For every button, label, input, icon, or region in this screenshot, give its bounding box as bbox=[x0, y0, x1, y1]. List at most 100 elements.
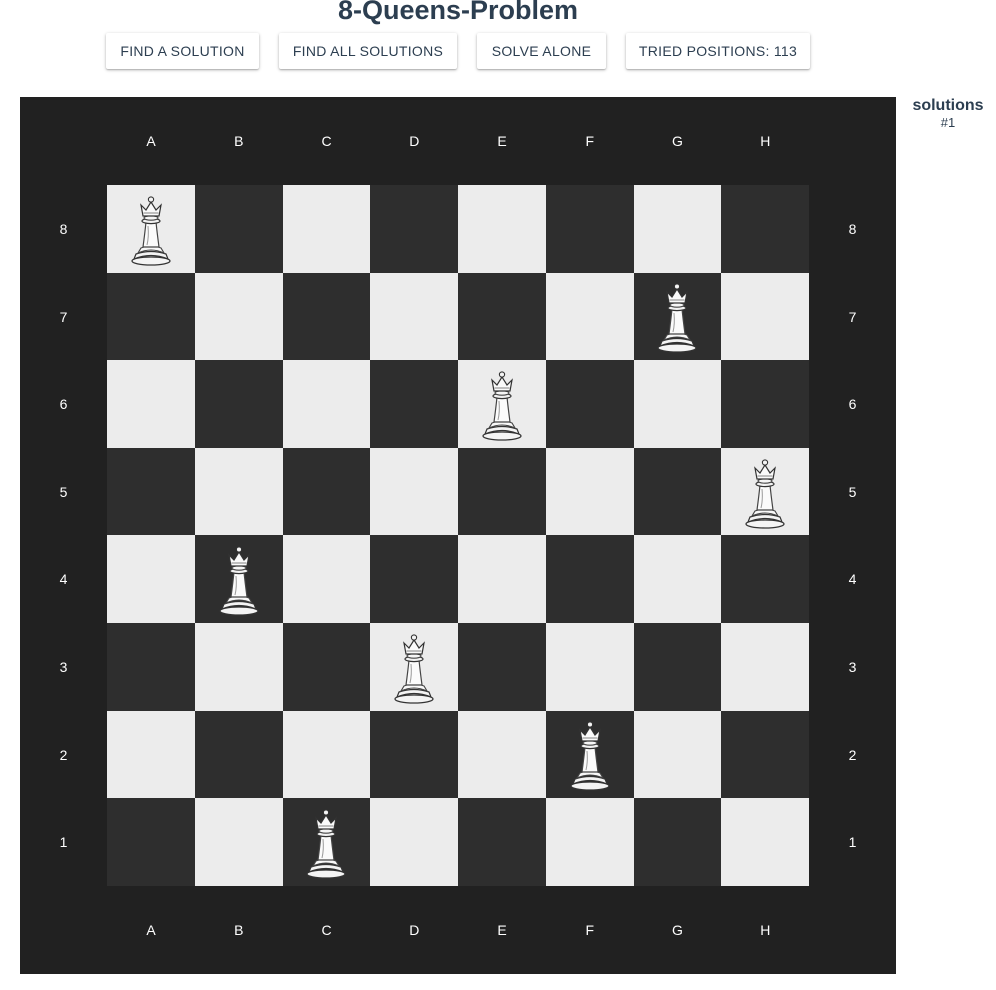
square-b7[interactable] bbox=[194, 272, 283, 361]
square-c6[interactable] bbox=[282, 360, 371, 448]
square-b3[interactable] bbox=[194, 622, 283, 711]
file-label-bottom-b: B bbox=[234, 922, 244, 938]
square-g8[interactable] bbox=[633, 185, 722, 273]
square-f7[interactable] bbox=[545, 272, 634, 361]
square-h4[interactable] bbox=[721, 535, 809, 623]
square-g5[interactable] bbox=[633, 447, 722, 536]
rank-label-left-3: 3 bbox=[59, 659, 68, 675]
square-a6[interactable] bbox=[107, 360, 195, 448]
rank-label-right-2: 2 bbox=[848, 746, 857, 763]
white-queen-icon[interactable] bbox=[305, 805, 347, 879]
rank-label-right-6: 6 bbox=[848, 396, 857, 413]
file-label-top-h: H bbox=[760, 133, 771, 149]
square-g1[interactable] bbox=[633, 798, 722, 886]
file-label-bottom-f: F bbox=[585, 922, 595, 938]
square-c5[interactable] bbox=[282, 447, 371, 536]
square-d2[interactable] bbox=[370, 710, 458, 799]
file-label-top-d: D bbox=[409, 133, 420, 149]
solutions-label: solutions bbox=[912, 97, 984, 114]
square-b1[interactable] bbox=[194, 798, 283, 886]
white-queen-icon[interactable] bbox=[744, 455, 786, 529]
square-a7[interactable] bbox=[107, 272, 195, 361]
white-queen-icon[interactable] bbox=[218, 542, 260, 616]
square-b5[interactable] bbox=[194, 447, 283, 536]
square-a3[interactable] bbox=[107, 622, 195, 711]
square-d1[interactable] bbox=[370, 798, 458, 886]
file-label-bottom-g: G bbox=[672, 922, 683, 938]
square-e2[interactable] bbox=[458, 710, 546, 799]
square-d8[interactable] bbox=[370, 185, 458, 273]
find-all-solutions-button[interactable]: FIND ALL SOLUTIONS bbox=[279, 33, 457, 69]
square-c7[interactable] bbox=[282, 272, 371, 361]
square-b6[interactable] bbox=[194, 360, 283, 448]
square-e7[interactable] bbox=[458, 272, 546, 361]
tried-positions-button[interactable]: TRIED POSITIONS: 113 bbox=[626, 33, 810, 69]
square-d6[interactable] bbox=[370, 360, 458, 448]
square-e6[interactable] bbox=[458, 360, 546, 448]
white-queen-icon[interactable] bbox=[130, 192, 172, 266]
file-label-bottom-e: E bbox=[497, 922, 507, 938]
square-c4[interactable] bbox=[282, 535, 371, 623]
rank-label-left-8: 8 bbox=[59, 221, 68, 237]
file-label-top-f: F bbox=[585, 133, 595, 149]
square-h8[interactable] bbox=[721, 185, 809, 273]
square-a2[interactable] bbox=[107, 710, 195, 799]
square-g6[interactable] bbox=[633, 360, 722, 448]
find-a-solution-button[interactable]: FIND A SOLUTION bbox=[106, 33, 259, 69]
white-queen-icon[interactable] bbox=[393, 630, 435, 704]
chessboard bbox=[107, 185, 809, 886]
square-d4[interactable] bbox=[370, 535, 458, 623]
rank-label-left-1: 1 bbox=[59, 834, 68, 851]
square-d7[interactable] bbox=[370, 272, 458, 361]
square-c3[interactable] bbox=[282, 622, 371, 711]
square-a8[interactable] bbox=[107, 185, 195, 273]
square-c2[interactable] bbox=[282, 710, 371, 799]
file-label-bottom-h: H bbox=[760, 922, 771, 938]
square-h1[interactable] bbox=[721, 798, 809, 886]
square-e4[interactable] bbox=[458, 535, 546, 623]
square-f4[interactable] bbox=[545, 535, 634, 623]
square-g2[interactable] bbox=[633, 710, 722, 799]
square-c1[interactable] bbox=[282, 798, 371, 886]
square-e8[interactable] bbox=[458, 185, 546, 273]
rank-label-left-4: 4 bbox=[59, 571, 68, 588]
file-label-bottom-a: A bbox=[146, 922, 156, 938]
square-g4[interactable] bbox=[633, 535, 722, 623]
toolbar: FIND A SOLUTION FIND ALL SOLUTIONS SOLVE… bbox=[0, 33, 996, 70]
square-f2[interactable] bbox=[545, 710, 634, 799]
file-label-bottom-c: C bbox=[321, 922, 332, 938]
square-e3[interactable] bbox=[458, 622, 546, 711]
square-e1[interactable] bbox=[458, 798, 546, 886]
white-queen-icon[interactable] bbox=[656, 279, 698, 354]
square-g7[interactable] bbox=[633, 272, 722, 361]
file-label-top-c: C bbox=[321, 133, 332, 149]
square-e5[interactable] bbox=[458, 447, 546, 536]
square-a1[interactable] bbox=[107, 798, 195, 886]
square-b8[interactable] bbox=[194, 185, 283, 273]
rank-label-left-6: 6 bbox=[59, 396, 68, 413]
square-f6[interactable] bbox=[545, 360, 634, 448]
square-f3[interactable] bbox=[545, 622, 634, 711]
square-g3[interactable] bbox=[633, 622, 722, 711]
square-h3[interactable] bbox=[721, 622, 809, 711]
rank-label-right-7: 7 bbox=[848, 308, 857, 325]
square-f1[interactable] bbox=[545, 798, 634, 886]
square-c8[interactable] bbox=[282, 185, 371, 273]
square-a5[interactable] bbox=[107, 447, 195, 536]
square-d3[interactable] bbox=[370, 622, 458, 711]
solutions-panel: solutions #1 bbox=[900, 97, 996, 131]
square-b4[interactable] bbox=[194, 535, 283, 623]
square-b2[interactable] bbox=[194, 710, 283, 799]
square-h7[interactable] bbox=[721, 272, 809, 361]
square-f8[interactable] bbox=[545, 185, 634, 273]
square-f5[interactable] bbox=[545, 447, 634, 536]
square-h2[interactable] bbox=[721, 710, 809, 799]
square-a4[interactable] bbox=[107, 535, 195, 623]
white-queen-icon[interactable] bbox=[569, 717, 611, 792]
square-h5[interactable] bbox=[721, 447, 809, 536]
file-label-top-b: B bbox=[234, 133, 244, 149]
white-queen-icon[interactable] bbox=[481, 367, 523, 441]
square-d5[interactable] bbox=[370, 447, 458, 536]
solve-alone-button[interactable]: SOLVE ALONE bbox=[477, 33, 606, 69]
square-h6[interactable] bbox=[721, 360, 809, 448]
